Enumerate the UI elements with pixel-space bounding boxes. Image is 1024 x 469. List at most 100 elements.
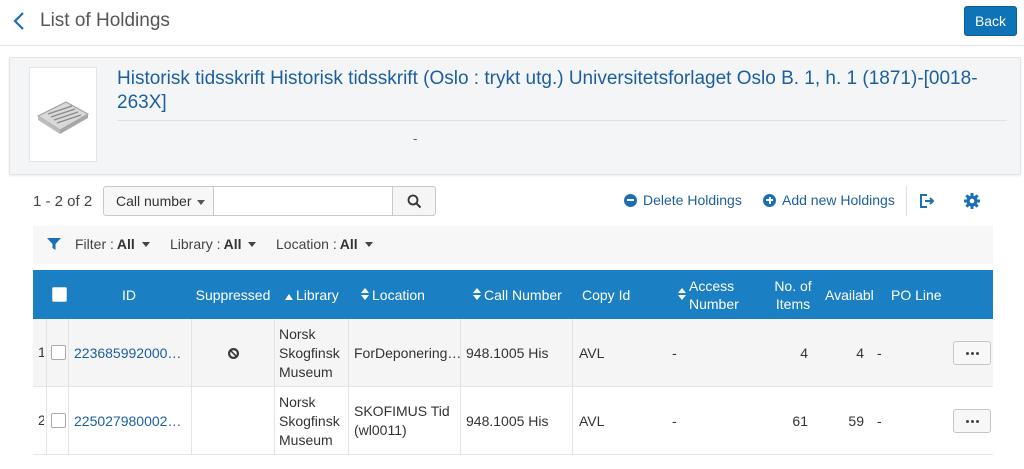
po-line-cell: - bbox=[877, 413, 882, 429]
copy-id-cell: AVL bbox=[579, 345, 605, 361]
column-copy-id[interactable]: Copy Id bbox=[582, 270, 662, 319]
caret-down-icon bbox=[141, 241, 150, 247]
suppressed-icon bbox=[227, 347, 239, 359]
column-copy-id-label: Copy Id bbox=[582, 286, 631, 303]
library-cell: Norsk Skogfinsk Museum bbox=[279, 393, 340, 448]
location-cell: SKOFIMUS Tid (wl0011) bbox=[354, 403, 450, 438]
result-count: 1 - 2 of 2 bbox=[33, 193, 93, 210]
column-access-label-1: Access bbox=[689, 277, 735, 294]
add-holdings-button[interactable]: Add new Holdings bbox=[763, 192, 895, 208]
column-po-line[interactable]: PO Line bbox=[891, 270, 951, 319]
plus-circle-icon bbox=[763, 193, 776, 207]
minus-circle-icon bbox=[624, 193, 637, 207]
record-divider bbox=[117, 120, 1007, 121]
sort-icon bbox=[678, 287, 686, 303]
column-library-label: Library bbox=[296, 286, 339, 303]
column-items-label-2: Items bbox=[775, 295, 811, 312]
location-filter-value: All bbox=[339, 236, 358, 252]
location-cell: ForDeponering… bbox=[354, 344, 462, 361]
export-icon[interactable] bbox=[918, 192, 936, 210]
record-summary-card: Historisk tidsskrift Historisk tidsskrif… bbox=[9, 57, 1021, 175]
copy-id-cell: AVL bbox=[579, 413, 605, 429]
column-call-number-label: Call Number bbox=[484, 286, 562, 303]
caret-down-icon bbox=[364, 241, 373, 247]
holding-id[interactable]: 225027980002… bbox=[74, 413, 181, 429]
search-icon bbox=[407, 194, 421, 208]
filter-value: All bbox=[116, 236, 135, 252]
call-number-cell: 948.1005 His bbox=[466, 413, 549, 429]
row-checkbox[interactable] bbox=[51, 345, 66, 360]
filter-label: Filter : bbox=[75, 236, 114, 252]
back-button[interactable]: Back bbox=[964, 6, 1017, 36]
column-library[interactable]: Library bbox=[285, 270, 365, 319]
row-number: 1 bbox=[38, 344, 44, 360]
library-cell: Norsk Skogfinsk Museum bbox=[279, 325, 340, 380]
column-id[interactable]: ID bbox=[69, 270, 189, 319]
row-actions-button[interactable] bbox=[953, 409, 991, 433]
delete-holdings-button[interactable]: Delete Holdings bbox=[624, 192, 742, 208]
column-call-number[interactable]: Call Number bbox=[473, 270, 583, 319]
search-group: Call number bbox=[103, 186, 436, 216]
search-field-label: Call number bbox=[116, 193, 192, 209]
holding-id-link[interactable]: 223685992000… bbox=[74, 319, 189, 387]
items-count-cell: 61 bbox=[792, 413, 808, 429]
table-row[interactable]: 2 225027980002… Norsk Skogfinsk Museum SKO… bbox=[33, 387, 993, 455]
column-suppressed[interactable]: Suppressed bbox=[191, 270, 275, 319]
access-number-cell: - bbox=[672, 413, 677, 429]
filter-dropdown[interactable]: Filter : All bbox=[75, 236, 150, 252]
suppressed-cell bbox=[191, 387, 275, 455]
filter-icon bbox=[47, 238, 61, 250]
suppressed-cell bbox=[191, 319, 275, 387]
column-items[interactable]: No. of Items bbox=[766, 270, 820, 319]
journal-icon bbox=[36, 100, 90, 134]
library-filter-value: All bbox=[223, 236, 242, 252]
column-location[interactable]: Location bbox=[361, 270, 461, 319]
back-chevron-icon[interactable] bbox=[10, 9, 30, 33]
available-count-cell: 4 bbox=[856, 345, 864, 361]
column-access-label-2: Number bbox=[689, 295, 739, 312]
location-filter-dropdown[interactable]: Location : All bbox=[276, 236, 373, 252]
row-checkbox[interactable] bbox=[51, 413, 66, 428]
row-actions-button[interactable] bbox=[953, 341, 991, 365]
caret-down-icon bbox=[248, 241, 257, 247]
access-number-cell: - bbox=[672, 345, 677, 361]
record-subtitle: - bbox=[413, 131, 418, 146]
record-thumbnail bbox=[29, 67, 97, 162]
items-count-cell: 4 bbox=[800, 345, 808, 361]
po-line-cell: - bbox=[877, 345, 882, 361]
filter-bar: Filter : All Library : All Location : Al… bbox=[33, 226, 993, 264]
caret-down-icon bbox=[197, 200, 205, 205]
sort-icon bbox=[473, 287, 481, 303]
sort-asc-icon bbox=[285, 287, 293, 303]
library-filter-dropdown[interactable]: Library : All bbox=[170, 236, 257, 252]
holding-id-link[interactable]: 225027980002… bbox=[74, 387, 189, 455]
sort-icon bbox=[361, 287, 369, 303]
call-number-cell: 948.1005 His bbox=[466, 345, 549, 361]
search-button[interactable] bbox=[392, 186, 436, 216]
record-title-link[interactable]: Historisk tidsskrift Historisk tidsskrif… bbox=[117, 67, 997, 115]
row-number: 2 bbox=[38, 412, 44, 428]
table-header: ID Suppressed Library Location Call Numb… bbox=[33, 270, 993, 319]
page-title: List of Holdings bbox=[40, 10, 170, 31]
location-filter-label: Location : bbox=[276, 236, 337, 252]
add-holdings-label: Add new Holdings bbox=[782, 192, 895, 208]
column-suppressed-label: Suppressed bbox=[195, 286, 271, 303]
select-all-checkbox[interactable] bbox=[52, 287, 67, 302]
column-location-label: Location bbox=[372, 286, 425, 303]
top-bar: List of Holdings Back bbox=[0, 0, 1024, 46]
column-available[interactable]: Availabl bbox=[825, 270, 877, 319]
holding-id[interactable]: 223685992000… bbox=[74, 345, 181, 361]
column-available-label: Availabl bbox=[825, 286, 874, 303]
gear-icon[interactable] bbox=[963, 192, 981, 210]
column-items-label-1: No. of bbox=[774, 277, 812, 294]
column-id-label: ID bbox=[122, 286, 136, 303]
table-row[interactable]: 1 223685992000… Norsk Skogfinsk Museum For… bbox=[33, 319, 993, 387]
search-field-select[interactable]: Call number bbox=[103, 186, 214, 216]
available-count-cell: 59 bbox=[848, 413, 864, 429]
toolbar-divider bbox=[906, 186, 907, 216]
delete-holdings-label: Delete Holdings bbox=[643, 192, 742, 208]
column-access-number[interactable]: Access Number bbox=[678, 270, 778, 319]
search-input[interactable] bbox=[214, 186, 392, 216]
column-po-line-label: PO Line bbox=[891, 286, 942, 303]
library-filter-label: Library : bbox=[170, 236, 221, 252]
